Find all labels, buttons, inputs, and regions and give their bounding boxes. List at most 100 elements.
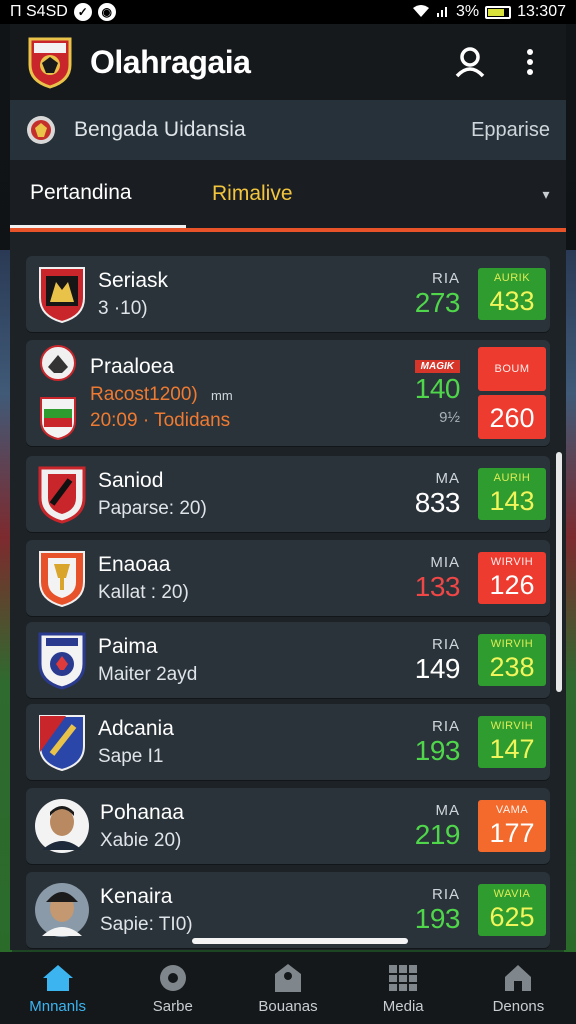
odds-badge[interactable]: WIRVIH 126	[478, 552, 546, 604]
odds-badge[interactable]: WIRVIH 147	[478, 716, 546, 768]
odds-value[interactable]: 273	[415, 287, 461, 319]
odds-label: RIA	[431, 885, 460, 903]
player-avatar	[35, 883, 89, 937]
match-info: Maiter 2ayd	[98, 663, 198, 685]
app-logo-icon	[28, 37, 72, 89]
badge-value: 433	[489, 285, 535, 316]
match-info: Paparse: 20)	[98, 497, 207, 519]
battery-percent: 3%	[455, 3, 480, 20]
ball-icon	[156, 962, 190, 994]
odds-badge[interactable]: VAMA 177	[478, 800, 546, 852]
match-row[interactable]: Kenaira Sapie: TI0) RIA 193 WAVIA 625	[26, 872, 550, 948]
league-title: Bengada Uidansia	[74, 118, 246, 141]
team-name: Adcania	[98, 717, 174, 741]
badge-label: WIRVIH	[490, 719, 534, 732]
badge-label: WAVIA	[493, 887, 531, 900]
odds-column: RIA 193	[380, 885, 461, 935]
profile-button[interactable]	[450, 42, 490, 82]
team-crest-icon	[39, 551, 85, 608]
team-crest-icon	[39, 715, 85, 772]
nav-item-home[interactable]: Mnnanls	[0, 952, 115, 1024]
match-row[interactable]: Paima Maiter 2ayd RIA 149 WIRVIH 238	[26, 622, 550, 698]
clock: 13:307	[517, 3, 566, 20]
tab-bar: Pertandina Rimalive ▾	[10, 160, 566, 232]
home-indicator[interactable]	[192, 938, 408, 944]
nav-label: Sarbe	[152, 997, 193, 1015]
odds-value[interactable]: 833	[415, 487, 461, 519]
odds-column: RIA 149	[380, 636, 461, 685]
more-menu-button[interactable]	[510, 42, 550, 82]
player-name: Pohanaa	[100, 801, 185, 825]
nav-item-denons[interactable]: Denons	[461, 952, 576, 1024]
odds-value[interactable]: 133	[415, 571, 461, 603]
house-icon	[501, 962, 535, 994]
nav-label: Mnnanls	[29, 997, 86, 1015]
odds-badge[interactable]: 260	[478, 395, 546, 439]
app-header: Olahragaia	[10, 24, 566, 100]
tab-live[interactable]: Rimalive	[186, 160, 526, 228]
match-info: Racost1200) mm	[90, 384, 380, 406]
badge-label: WIRVIH	[490, 555, 534, 568]
odds-value[interactable]: 140	[415, 373, 461, 405]
odds-label: MA	[435, 801, 460, 819]
tag-icon	[271, 962, 305, 994]
notification-icon: ✓	[73, 3, 92, 21]
match-row[interactable]: Adcania Sape I1 RIA 193 WIRVIH 147	[26, 704, 550, 780]
nav-label: Denons	[492, 997, 545, 1015]
nav-item-media[interactable]: Media	[346, 952, 461, 1024]
scrollbar[interactable]	[556, 452, 562, 692]
odds-column: MA 833	[380, 470, 461, 519]
team-crest-icon	[40, 345, 76, 381]
nav-item-sarbe[interactable]: Sarbe	[115, 952, 230, 1024]
league-bar[interactable]: Bengada Uidansia Epparise	[10, 100, 566, 160]
odds-value[interactable]: 193	[415, 735, 461, 767]
odds-badge[interactable]: WAVIA 625	[478, 884, 546, 936]
match-time: 20:09 · Todidans	[90, 409, 231, 431]
badge-label: WIRVIH	[490, 637, 534, 650]
wifi-icon	[412, 4, 430, 21]
badge-value: 147	[489, 733, 535, 764]
match-venue: Racost1200)	[90, 383, 198, 405]
nav-item-bouanas[interactable]: Bouanas	[230, 952, 345, 1024]
nav-label: Bouanas	[258, 997, 318, 1015]
team-crest-icon	[38, 632, 86, 690]
badge-value: 625	[489, 901, 535, 932]
team-name: Praaloea	[90, 355, 175, 379]
odds-value[interactable]: 193	[415, 903, 461, 935]
match-info: Sapie: TI0)	[100, 913, 193, 935]
league-action-link[interactable]: Epparise	[471, 119, 550, 142]
match-row[interactable]: Saniod Paparse: 20) MA 833 AURIH 143	[26, 456, 550, 532]
badge-label: AURIH	[493, 471, 531, 484]
chevron-down-icon[interactable]: ▾	[526, 186, 566, 203]
match-row[interactable]: Praaloea Racost1200) mm 20:09 · Todidans…	[26, 340, 550, 446]
match-list[interactable]: Seriask 3 ·10) RIA 273 AURIK 433 Praaloe…	[10, 232, 566, 950]
match-info: Sape I1	[98, 745, 164, 767]
odds-column: MAGIK 140 9½	[380, 360, 461, 426]
match-row[interactable]: Pohanaa Xabie 20) MA 219 VAMA 177	[26, 788, 550, 864]
odds-column: RIA 193	[380, 718, 461, 767]
team-crest-icon	[39, 267, 85, 324]
odds-badge[interactable]: AURIH 143	[478, 468, 546, 520]
team-crest-icon	[40, 397, 76, 441]
user-icon	[455, 47, 485, 78]
match-row[interactable]: Enaoaa Kallat : 20) MIA 133 WIRVIH 126	[26, 540, 550, 616]
odds-badge[interactable]: AURIK 433	[478, 268, 546, 320]
promo-tag: MAGIK	[414, 360, 460, 373]
odds-column: MIA 133	[380, 554, 461, 603]
odds-value[interactable]: 149	[415, 653, 461, 685]
team-crest-icon	[38, 466, 86, 524]
grid-icon	[386, 962, 420, 994]
league-emblem-icon	[27, 116, 55, 144]
match-extra: mm	[211, 387, 233, 403]
status-text: Π S4SD	[10, 3, 68, 20]
tab-pertandina[interactable]: Pertandina	[10, 160, 186, 228]
odds-percent: 9½	[439, 409, 460, 426]
match-info: Kallat : 20)	[98, 581, 189, 603]
team-name: Paima	[98, 635, 158, 659]
badge-value: 126	[489, 569, 535, 600]
odds-value[interactable]: 219	[415, 819, 461, 851]
match-row[interactable]: Seriask 3 ·10) RIA 273 AURIK 433	[26, 256, 550, 332]
odds-badge[interactable]: WIRVIH 238	[478, 634, 546, 686]
team-name: Seriask	[98, 269, 169, 293]
odds-badge[interactable]: BOUM	[478, 347, 546, 391]
